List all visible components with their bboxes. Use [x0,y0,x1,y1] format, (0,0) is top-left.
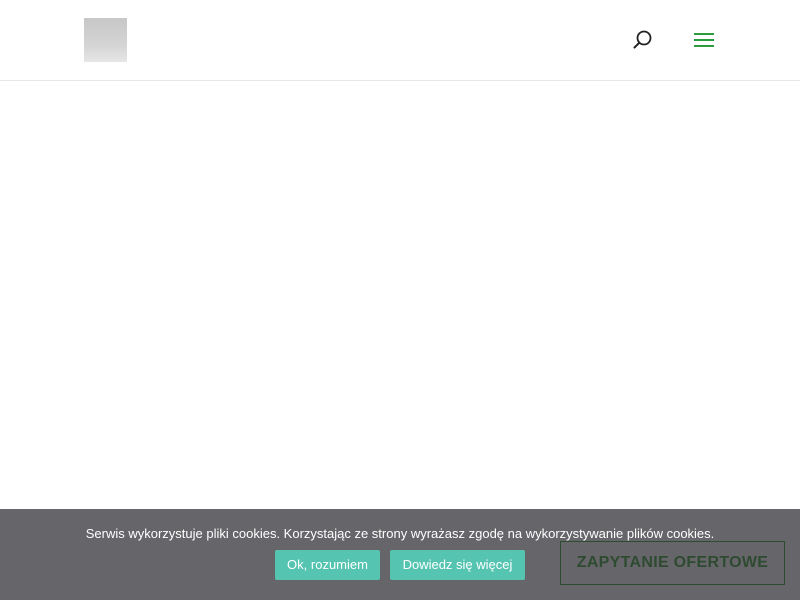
page: Serwis wykorzystuje pliki cookies. Korzy… [0,0,800,600]
close-icon[interactable]: ✕ [766,38,784,56]
cookie-accept-button[interactable]: Ok, rozumiem [275,550,380,580]
search-button[interactable] [630,27,656,53]
hamburger-menu-icon [694,33,714,47]
cookie-message: Serwis wykorzystuje pliki cookies. Korzy… [85,526,715,541]
cookie-more-info-button[interactable]: Dowiedz się więcej [390,550,525,580]
search-icon [633,30,652,49]
site-logo[interactable] [84,18,127,62]
menu-button[interactable] [690,27,718,53]
site-header [0,0,800,81]
inquiry-button[interactable]: ZAPYTANIE OFERTOWE [560,541,785,585]
